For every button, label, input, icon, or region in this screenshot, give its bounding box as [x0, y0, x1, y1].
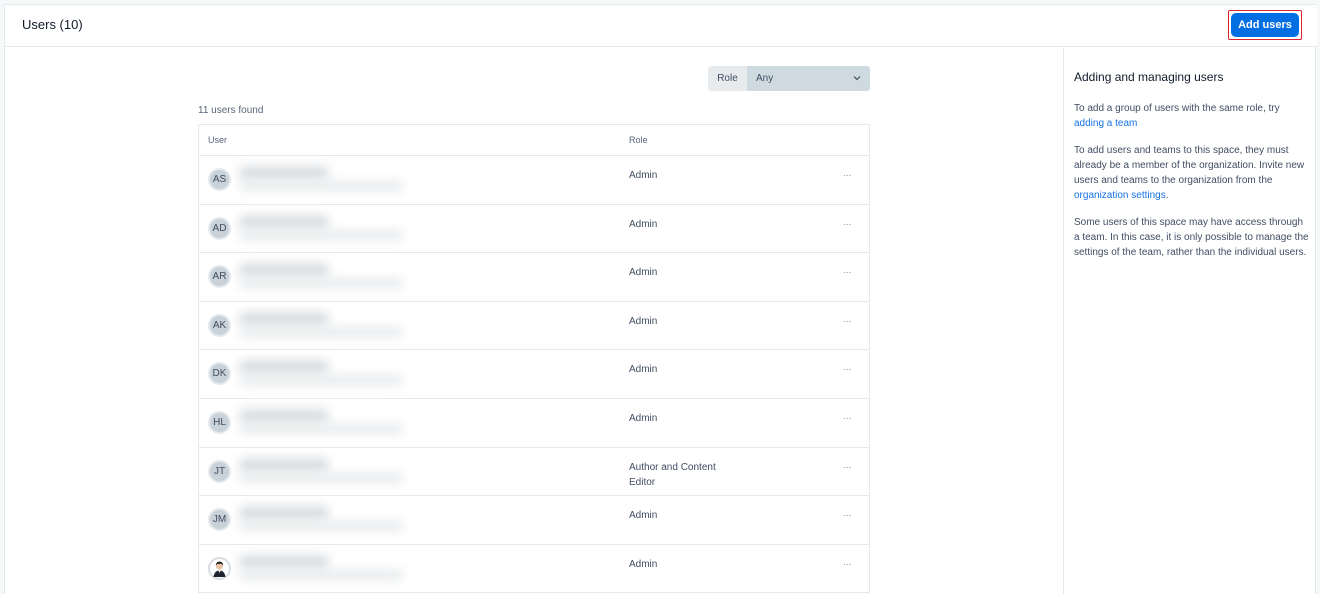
user-role: Admin	[629, 510, 658, 522]
more-actions-icon[interactable]: ...	[843, 314, 851, 325]
user-photo-icon	[208, 556, 231, 580]
redacted-user-email	[239, 181, 404, 191]
chevron-down-icon	[853, 76, 861, 81]
redacted-user-email	[239, 569, 404, 580]
user-role: Admin	[629, 558, 658, 570]
page-title: Users (10)	[22, 17, 83, 32]
role-filter-label: Role	[717, 73, 738, 84]
more-actions-icon[interactable]: ...	[843, 411, 851, 422]
user-role: Admin	[629, 315, 658, 327]
user-role: Admin	[629, 170, 658, 181]
user-role: Admin	[629, 364, 658, 376]
avatar: HL	[208, 410, 231, 434]
more-actions-icon[interactable]: ...	[843, 265, 851, 276]
app-frame: Users (10) Add users Role Any 11 users f…	[4, 4, 1317, 594]
redacted-user-name	[239, 506, 329, 521]
help-sidebar: Adding and managing users To add a group…	[1063, 48, 1317, 594]
redacted-user-email	[239, 521, 404, 532]
table-row[interactable]: Admin...	[199, 545, 869, 594]
users-table: User Role AS Admin... AD Admin... AR Admin...…	[198, 124, 870, 594]
table-row[interactable]: AK Admin...	[199, 302, 869, 351]
user-role: Admin	[629, 267, 658, 279]
organization-settings-link[interactable]: organization settings	[1074, 190, 1166, 201]
avatar: JM	[208, 508, 231, 532]
avatar: AD	[208, 216, 231, 240]
table-row[interactable]: AD Admin...	[199, 205, 869, 254]
table-header: User Role	[199, 125, 869, 156]
redacted-user-email	[239, 326, 404, 337]
user-role: Author and Content Editor	[629, 461, 716, 488]
redacted-user-email	[239, 375, 404, 386]
more-actions-icon[interactable]: ...	[843, 168, 851, 179]
more-actions-icon[interactable]: ...	[843, 217, 851, 228]
table-row[interactable]: JM Admin...	[199, 496, 869, 545]
role-filter-select[interactable]: Any	[747, 66, 870, 91]
sidebar-p2-end: .	[1165, 190, 1169, 201]
avatar: AS	[208, 168, 231, 191]
sidebar-paragraph-org: To add users and teams to this space, th…	[1074, 143, 1310, 203]
avatar: DK	[208, 362, 231, 386]
redacted-user-email	[239, 229, 404, 240]
page-header: Users (10) Add users	[5, 5, 1317, 47]
redacted-user-name	[239, 408, 329, 423]
redacted-user-name	[239, 457, 329, 472]
sidebar-heading: Adding and managing users	[1074, 70, 1224, 84]
adding-team-link[interactable]: adding a team	[1074, 118, 1137, 129]
redacted-user-name	[239, 554, 329, 569]
more-actions-icon[interactable]: ...	[843, 460, 851, 471]
redacted-user-name	[239, 360, 329, 375]
table-row[interactable]: AS Admin...	[199, 156, 869, 205]
redacted-user-email	[239, 423, 404, 434]
role-filter[interactable]: Role Any	[708, 66, 870, 91]
more-actions-icon[interactable]: ...	[843, 557, 851, 568]
add-users-button[interactable]: Add users	[1231, 13, 1299, 37]
redacted-user-email	[239, 472, 404, 483]
redacted-user-name	[239, 166, 329, 180]
table-row[interactable]: DK Admin...	[199, 350, 869, 399]
avatar: JT	[208, 459, 231, 483]
redacted-user-name	[239, 311, 329, 326]
sidebar-p2-text: To add users and teams to this space, th…	[1074, 145, 1305, 186]
table-row[interactable]: HL Admin...	[199, 399, 869, 448]
sidebar-p1-text: To add a group of users with the same ro…	[1074, 103, 1280, 114]
column-header-role: Role	[629, 135, 648, 145]
column-header-user: User	[208, 135, 228, 145]
redacted-user-name	[239, 263, 329, 278]
redacted-user-email	[239, 278, 404, 289]
user-role: Admin	[629, 218, 658, 230]
table-row[interactable]: AR Admin...	[199, 253, 869, 302]
results-count: 11 users found	[198, 105, 264, 116]
sidebar-paragraph-access: Some users of this space may have access…	[1074, 217, 1309, 258]
more-actions-icon[interactable]: ...	[843, 362, 851, 373]
table-row[interactable]: JT Author and Content Editor...	[199, 448, 869, 497]
user-role: Admin	[629, 412, 658, 424]
avatar: AK	[208, 313, 231, 337]
more-actions-icon[interactable]: ...	[843, 508, 851, 519]
sidebar-paragraph-teams: To add a group of users with the same ro…	[1074, 101, 1310, 131]
role-filter-value: Any	[756, 73, 774, 84]
redacted-user-name	[239, 214, 329, 229]
avatar: AR	[208, 265, 231, 289]
